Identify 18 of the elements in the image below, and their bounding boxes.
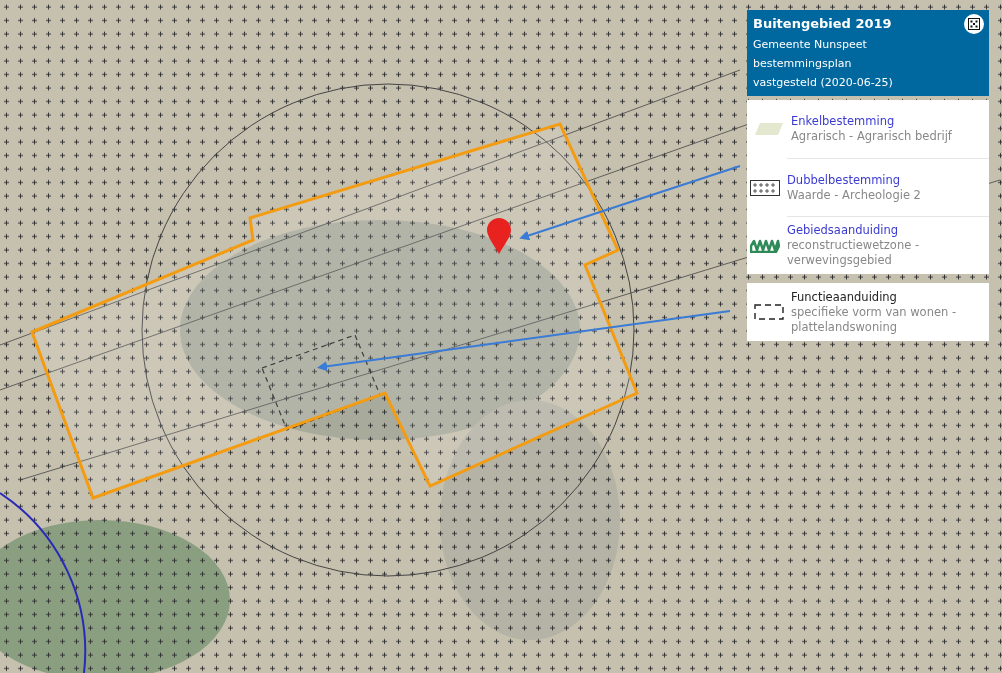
category-label: Functieaanduiding — [791, 289, 898, 305]
plan-title: Buitengebied 2019 — [753, 15, 892, 32]
category-description: specifieke vorm van wonen - plattelandswoning — [791, 304, 958, 335]
category-link[interactable]: Dubbelbestemming — [787, 172, 921, 188]
cross-hatch-icon — [750, 179, 780, 196]
category-link[interactable]: Enkelbestemming — [791, 114, 952, 129]
category-description: Agrarisch - Agrarisch bedrijf — [791, 129, 952, 144]
zigzag-pattern-icon — [750, 238, 780, 253]
toggle-button[interactable] — [964, 14, 984, 34]
category-link[interactable]: Gebiedsaanduiding — [787, 223, 983, 238]
plan-info: Gemeente Nunspeet — [753, 37, 868, 53]
location-marker-icon — [487, 218, 511, 254]
fill-swatch-icon — [755, 123, 783, 135]
category-description: reconstructiewetzone - verwevingsgebied — [787, 238, 921, 268]
dashed-outline-icon — [754, 304, 784, 320]
plan-info: bestemmingsplan — [753, 56, 853, 72]
plan-info: vastgesteld (2020-06-25) — [753, 75, 894, 91]
category-description: Waarde - Archeologie 2 — [787, 187, 921, 203]
